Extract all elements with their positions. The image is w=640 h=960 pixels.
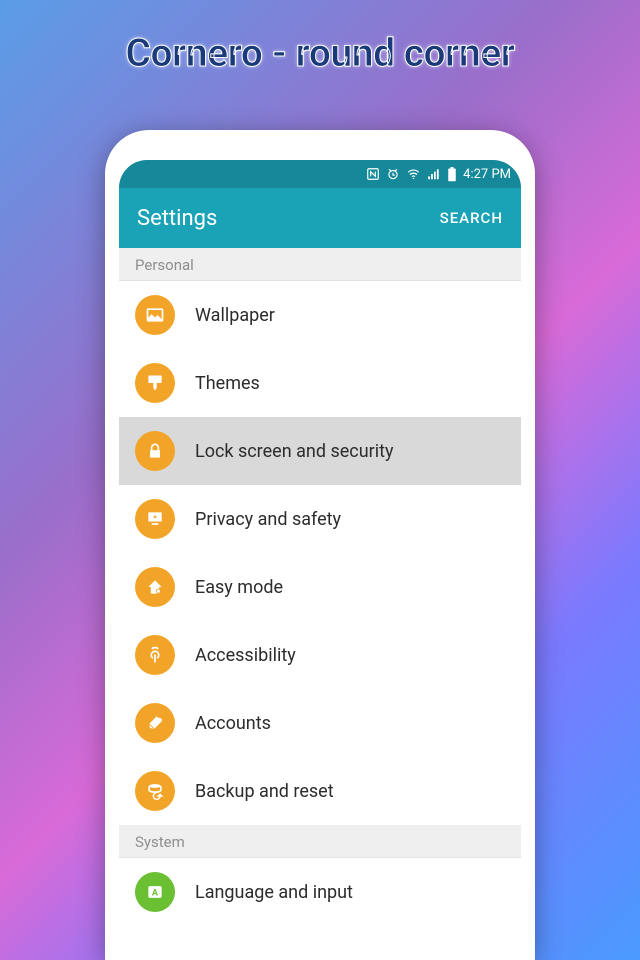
status-bar: 4:27 PM bbox=[119, 160, 521, 188]
item-wallpaper[interactable]: Wallpaper bbox=[119, 281, 521, 349]
item-label: Language and input bbox=[195, 882, 353, 903]
item-label: Accounts bbox=[195, 713, 271, 734]
item-label: Lock screen and security bbox=[195, 441, 394, 462]
promo-title: Cornero - round corner bbox=[0, 30, 640, 76]
item-label: Privacy and safety bbox=[195, 509, 341, 530]
item-easy-mode[interactable]: Easy mode bbox=[119, 553, 521, 621]
easy-mode-icon bbox=[135, 567, 175, 607]
backup-icon bbox=[135, 771, 175, 811]
section-header-system: System bbox=[119, 825, 521, 858]
battery-icon bbox=[447, 167, 457, 182]
lock-icon bbox=[135, 431, 175, 471]
phone-screen: 4:27 PM Settings SEARCH Personal Wallpap… bbox=[119, 160, 521, 960]
signal-icon bbox=[427, 167, 441, 181]
alarm-icon bbox=[386, 167, 400, 181]
wallpaper-icon bbox=[135, 295, 175, 335]
accounts-icon bbox=[135, 703, 175, 743]
item-label: Accessibility bbox=[195, 645, 296, 666]
app-bar: Settings SEARCH bbox=[119, 188, 521, 248]
status-time: 4:27 PM bbox=[463, 167, 511, 182]
item-label: Easy mode bbox=[195, 577, 283, 598]
search-button[interactable]: SEARCH bbox=[440, 209, 503, 227]
privacy-icon bbox=[135, 499, 175, 539]
section-header-personal: Personal bbox=[119, 248, 521, 281]
language-icon: A bbox=[135, 872, 175, 912]
themes-icon bbox=[135, 363, 175, 403]
phone-frame: 4:27 PM Settings SEARCH Personal Wallpap… bbox=[105, 130, 535, 960]
nfc-icon bbox=[366, 167, 380, 181]
item-themes[interactable]: Themes bbox=[119, 349, 521, 417]
item-label: Wallpaper bbox=[195, 305, 275, 326]
item-label: Backup and reset bbox=[195, 781, 334, 802]
accessibility-icon bbox=[135, 635, 175, 675]
svg-text:A: A bbox=[152, 888, 159, 898]
wifi-icon bbox=[406, 167, 421, 181]
app-bar-title: Settings bbox=[137, 206, 217, 231]
item-privacy-safety[interactable]: Privacy and safety bbox=[119, 485, 521, 553]
item-lock-screen-security[interactable]: Lock screen and security bbox=[119, 417, 521, 485]
item-label: Themes bbox=[195, 373, 260, 394]
settings-list[interactable]: Personal Wallpaper Themes Lock screen an… bbox=[119, 248, 521, 960]
item-language-input[interactable]: A Language and input bbox=[119, 858, 521, 926]
item-accessibility[interactable]: Accessibility bbox=[119, 621, 521, 689]
item-accounts[interactable]: Accounts bbox=[119, 689, 521, 757]
item-backup-reset[interactable]: Backup and reset bbox=[119, 757, 521, 825]
